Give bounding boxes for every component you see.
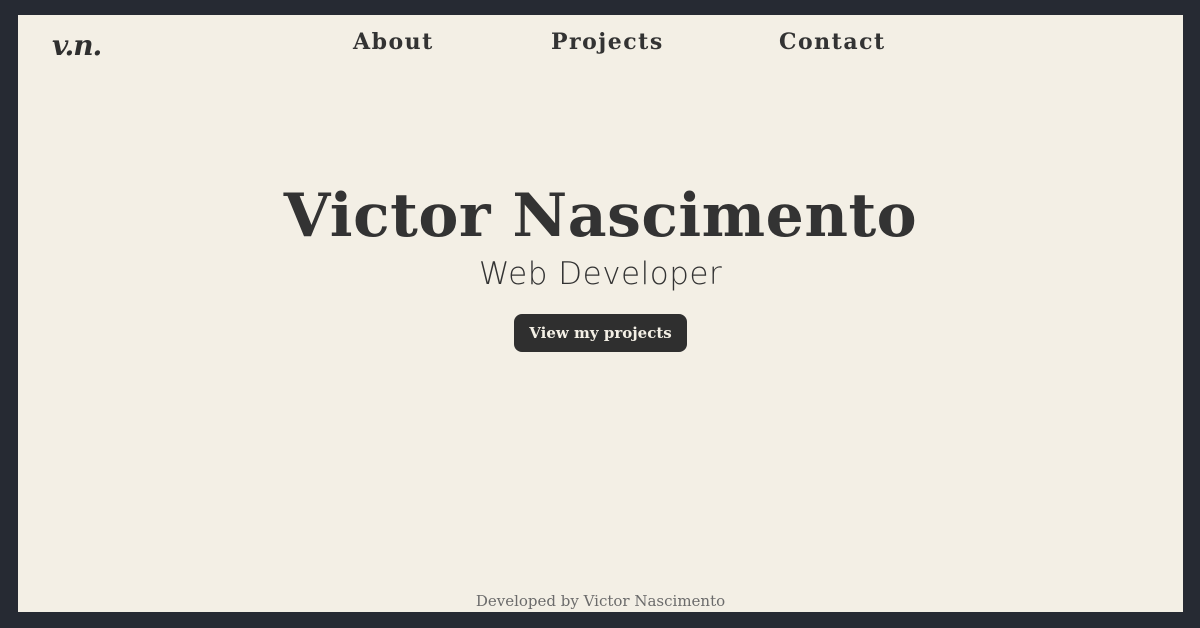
nav-link-about[interactable]: About [353, 29, 434, 55]
hero-name: Victor Nascimento [283, 181, 918, 251]
footer-credit: Developed by Victor Nascimento [475, 592, 726, 610]
nav-link-projects[interactable]: Projects [551, 29, 664, 55]
nav-link-contact[interactable]: Contact [779, 29, 886, 55]
main-nav: About Projects Contact [18, 29, 1183, 59]
hero-role: Web Developer [478, 256, 723, 292]
browser-frame: v.n. About Projects Contact Victor Nasci… [0, 0, 1200, 628]
view-projects-button[interactable]: View my projects [514, 314, 687, 352]
page-viewport: v.n. About Projects Contact Victor Nasci… [18, 15, 1183, 612]
cta-container: View my projects [18, 314, 1183, 352]
